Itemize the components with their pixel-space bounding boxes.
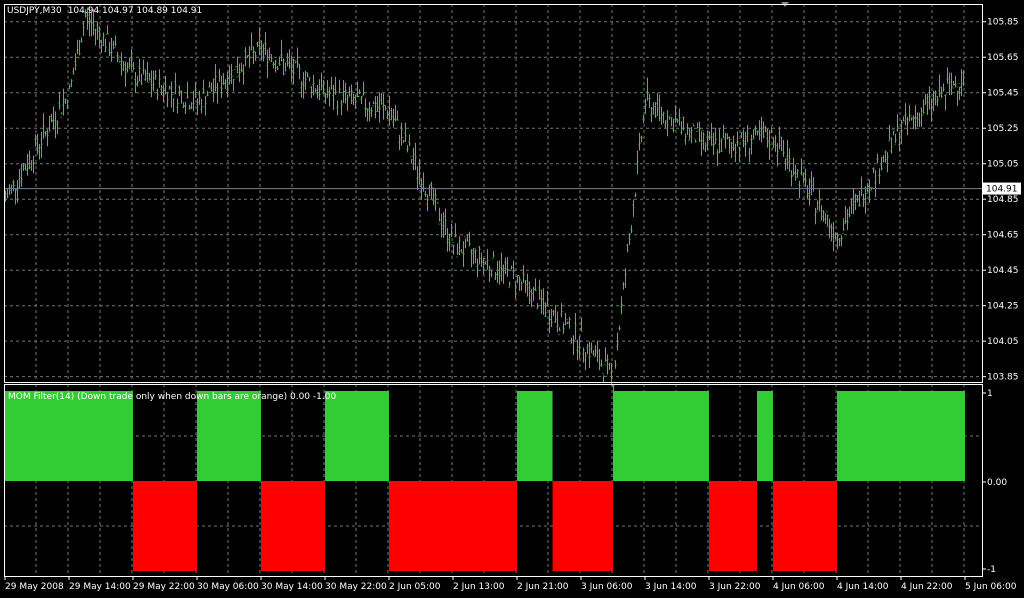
mom-down-bar: [709, 481, 757, 571]
time-axis-label: 29 May 14:00: [69, 582, 131, 592]
mom-up-bar: [325, 391, 389, 481]
time-axis-label: 4 Jun 06:00: [773, 582, 825, 592]
time-axis-label: 3 Jun 22:00: [709, 582, 761, 592]
time-axis-label: 5 Jun 06:00: [965, 582, 1017, 592]
symbol-label: USDJPY,M30: [7, 6, 62, 16]
price-axis-label: 104.45: [987, 266, 1019, 276]
price-axis-label: 105.65: [987, 53, 1019, 63]
mom-up-bar: [613, 391, 709, 481]
mom-down-bar: [261, 481, 325, 571]
chart-header: USDJPY,M30 104.94 104.97 104.89 104.91: [7, 6, 202, 16]
mom-down-bar: [389, 481, 517, 571]
mom-down-bar: [133, 481, 197, 571]
time-axis-label: 3 Jun 14:00: [645, 582, 697, 592]
time-axis-label: 2 Jun 21:00: [517, 582, 569, 592]
price-axis-label: 104.85: [987, 195, 1019, 205]
indicator-axis-label: 1: [987, 389, 993, 399]
mom-up-bar: [197, 391, 261, 481]
time-axis-label: 3 Jun 06:00: [581, 582, 633, 592]
time-axis-label: 4 Jun 14:00: [837, 582, 889, 592]
time-axis-label: 29 May 22:00: [133, 582, 195, 592]
current-price-label: 104.91: [986, 185, 1018, 195]
indicator-axis-label: 0.00: [987, 478, 1007, 488]
mom-up-bar: [837, 391, 965, 481]
time-axis-label: 30 May 14:00: [261, 582, 323, 592]
mom-up-bar: [517, 391, 553, 481]
chart-canvas[interactable]: 105.85105.65105.45105.25105.05104.85104.…: [0, 0, 1024, 594]
mom-down-bar: [552, 481, 613, 571]
price-axis-label: 105.25: [987, 124, 1019, 134]
price-axis-label: 104.05: [987, 337, 1019, 347]
price-axis-label: 105.85: [987, 18, 1019, 28]
price-axis-label: 104.25: [987, 302, 1019, 312]
time-axis-label: 2 Jun 13:00: [453, 582, 505, 592]
mom-up-bar: [757, 391, 773, 481]
ohlc-label: 104.94 104.97 104.89 104.91: [68, 6, 203, 16]
mom-down-bar: [773, 481, 837, 571]
price-axis-label: 104.65: [987, 231, 1019, 241]
time-axis-label: 30 May 06:00: [197, 582, 259, 592]
mom-up-bar: [5, 391, 133, 481]
time-axis-label: 30 May 22:00: [325, 582, 387, 592]
time-axis-label: 4 Jun 22:00: [901, 582, 953, 592]
indicator-title: MOM Filter(14) (Down trade only when dow…: [8, 392, 336, 402]
chart-window[interactable]: 105.85 105.65 105.45 105.25 105.05 104.85 104.…: [0, 0, 1024, 594]
time-axis-label: 2 Jun 05:00: [389, 582, 441, 592]
time-axis-label: 29 May 2008: [5, 582, 64, 592]
indicator-axis-label: -1: [987, 565, 996, 575]
price-axis-label: 105.45: [987, 89, 1019, 99]
price-axis-label: 103.85: [987, 373, 1019, 383]
price-axis-label: 105.05: [987, 160, 1019, 170]
